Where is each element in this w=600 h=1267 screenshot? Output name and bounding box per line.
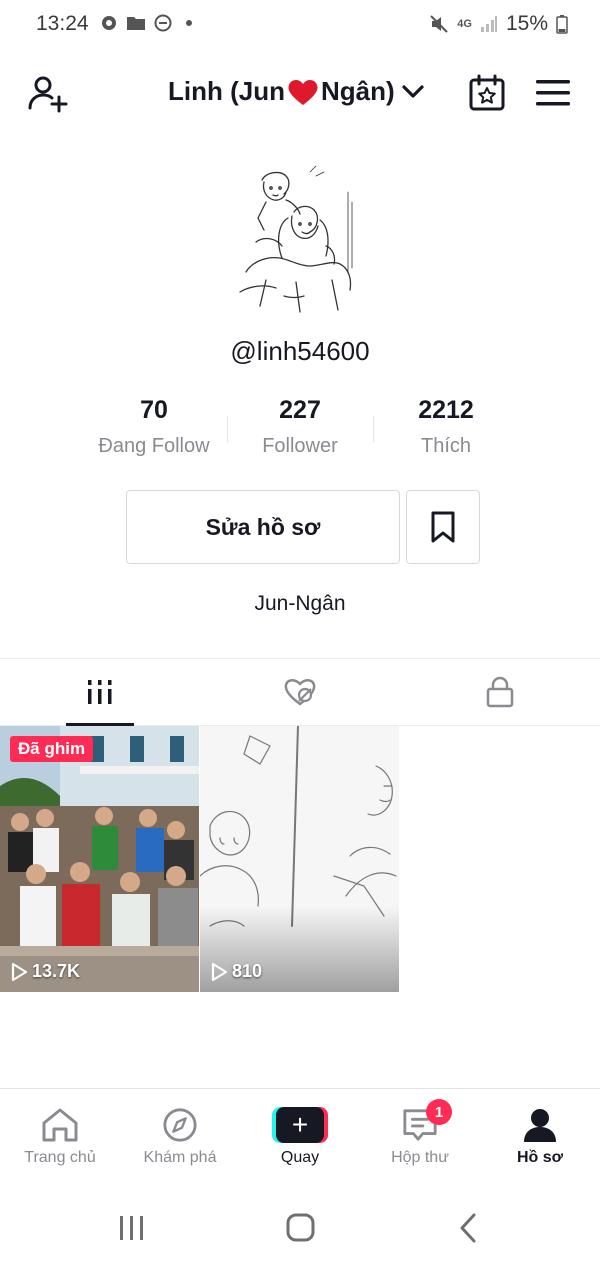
- recents-icon[interactable]: [112, 1212, 152, 1244]
- bottom-nav: Trang chủ Khám phá + Quay 1 Hộp thư Hồ s…: [0, 1088, 600, 1188]
- video-thumbnail-group-photo: [0, 726, 199, 992]
- heart-icon: [288, 79, 318, 105]
- favorites-button[interactable]: [406, 490, 480, 564]
- liked-hidden-icon: [284, 679, 316, 706]
- signal-icon: [480, 16, 497, 32]
- edit-profile-button[interactable]: Sửa hồ sơ: [126, 490, 400, 564]
- stat-likes[interactable]: 2212 Thích: [371, 396, 521, 458]
- stat-likes-value: 2212: [418, 396, 474, 424]
- play-icon: [211, 962, 228, 981]
- bookmark-icon: [431, 511, 455, 543]
- account-name-suffix: Ngân): [320, 76, 395, 106]
- mute-icon: [430, 15, 448, 33]
- tab-videos[interactable]: [0, 659, 200, 726]
- battery-icon: [556, 15, 568, 34]
- back-icon[interactable]: [450, 1212, 490, 1244]
- status-right: 4G 15%: [429, 12, 568, 36]
- stat-likes-label: Thích: [420, 435, 472, 457]
- system-navigation-bar: [0, 1190, 600, 1267]
- tab-liked[interactable]: [200, 659, 400, 725]
- username: @linh54600: [230, 336, 370, 366]
- views-value: 810: [232, 961, 263, 981]
- nav-home-label: Trang chủ: [24, 1149, 96, 1166]
- stat-following[interactable]: 70 Đang Follow: [79, 396, 229, 458]
- home-button-icon[interactable]: [280, 1212, 320, 1244]
- video-thumbnail-sketch: [200, 726, 399, 992]
- menu-icon[interactable]: [536, 78, 570, 108]
- pinned-badge: Đã ghim: [10, 736, 94, 762]
- profile-stats: 70 Đang Follow 227 Follower 2212 Thích: [0, 396, 600, 466]
- compass-icon: [163, 1108, 197, 1142]
- tab-private[interactable]: [400, 659, 600, 725]
- play-icon: [11, 962, 28, 981]
- avatar[interactable]: [236, 162, 364, 326]
- profile-bio: Jun-Ngân: [254, 592, 346, 615]
- status-notification-icons: [100, 14, 198, 32]
- stat-following-value: 70: [140, 396, 168, 424]
- status-bar: 13:24 4G 15%: [0, 0, 600, 50]
- grid-icon: [88, 680, 112, 704]
- add-user-icon[interactable]: [26, 72, 70, 116]
- home-icon: [42, 1108, 78, 1142]
- video-tile[interactable]: 810: [200, 726, 399, 992]
- status-time: 13:24: [36, 12, 89, 35]
- account-switcher[interactable]: Linh (Jun Ngân): [168, 76, 425, 107]
- video-view-count: 810: [210, 961, 262, 982]
- account-name-prefix: Linh (Jun: [168, 76, 285, 106]
- nav-create[interactable]: + Quay: [240, 1089, 360, 1189]
- nav-profile-label: Hồ sơ: [516, 1149, 564, 1166]
- nav-home[interactable]: Trang chủ: [0, 1089, 120, 1189]
- calendar-star-icon[interactable]: [468, 74, 506, 112]
- network-type: 4G: [457, 18, 472, 30]
- plus-icon: +: [276, 1107, 324, 1143]
- chevron-down-icon: [402, 84, 424, 98]
- views-value: 13.7K: [32, 961, 81, 981]
- dot-icon: [186, 20, 192, 26]
- nav-inbox-label: Hộp thư: [391, 1149, 449, 1166]
- stat-followers[interactable]: 227 Follower: [225, 396, 375, 458]
- lock-icon: [486, 676, 514, 708]
- video-grid: Đã ghim 13.7K 810: [0, 726, 600, 992]
- stat-followers-label: Follower: [262, 435, 338, 457]
- nav-profile[interactable]: Hồ sơ: [480, 1089, 600, 1189]
- folder-icon: [127, 17, 145, 30]
- inbox-badge: 1: [426, 1099, 452, 1125]
- profile-header: Linh (Jun Ngân): [0, 60, 600, 126]
- create-button: +: [272, 1107, 328, 1143]
- profile-icon: [524, 1109, 556, 1142]
- content-tabs: [0, 658, 600, 726]
- stat-followers-value: 227: [279, 396, 321, 424]
- nav-create-label: Quay: [280, 1149, 320, 1166]
- battery-level: 15%: [505, 12, 548, 35]
- nav-discover-label: Khám phá: [143, 1149, 217, 1166]
- video-view-count: 13.7K: [10, 961, 80, 982]
- dnd-icon: [154, 14, 172, 32]
- nav-inbox[interactable]: 1 Hộp thư: [360, 1089, 480, 1189]
- video-tile[interactable]: Đã ghim 13.7K: [0, 726, 199, 992]
- stat-following-label: Đang Follow: [98, 435, 210, 457]
- sync-icon: [102, 16, 116, 30]
- nav-discover[interactable]: Khám phá: [120, 1089, 240, 1189]
